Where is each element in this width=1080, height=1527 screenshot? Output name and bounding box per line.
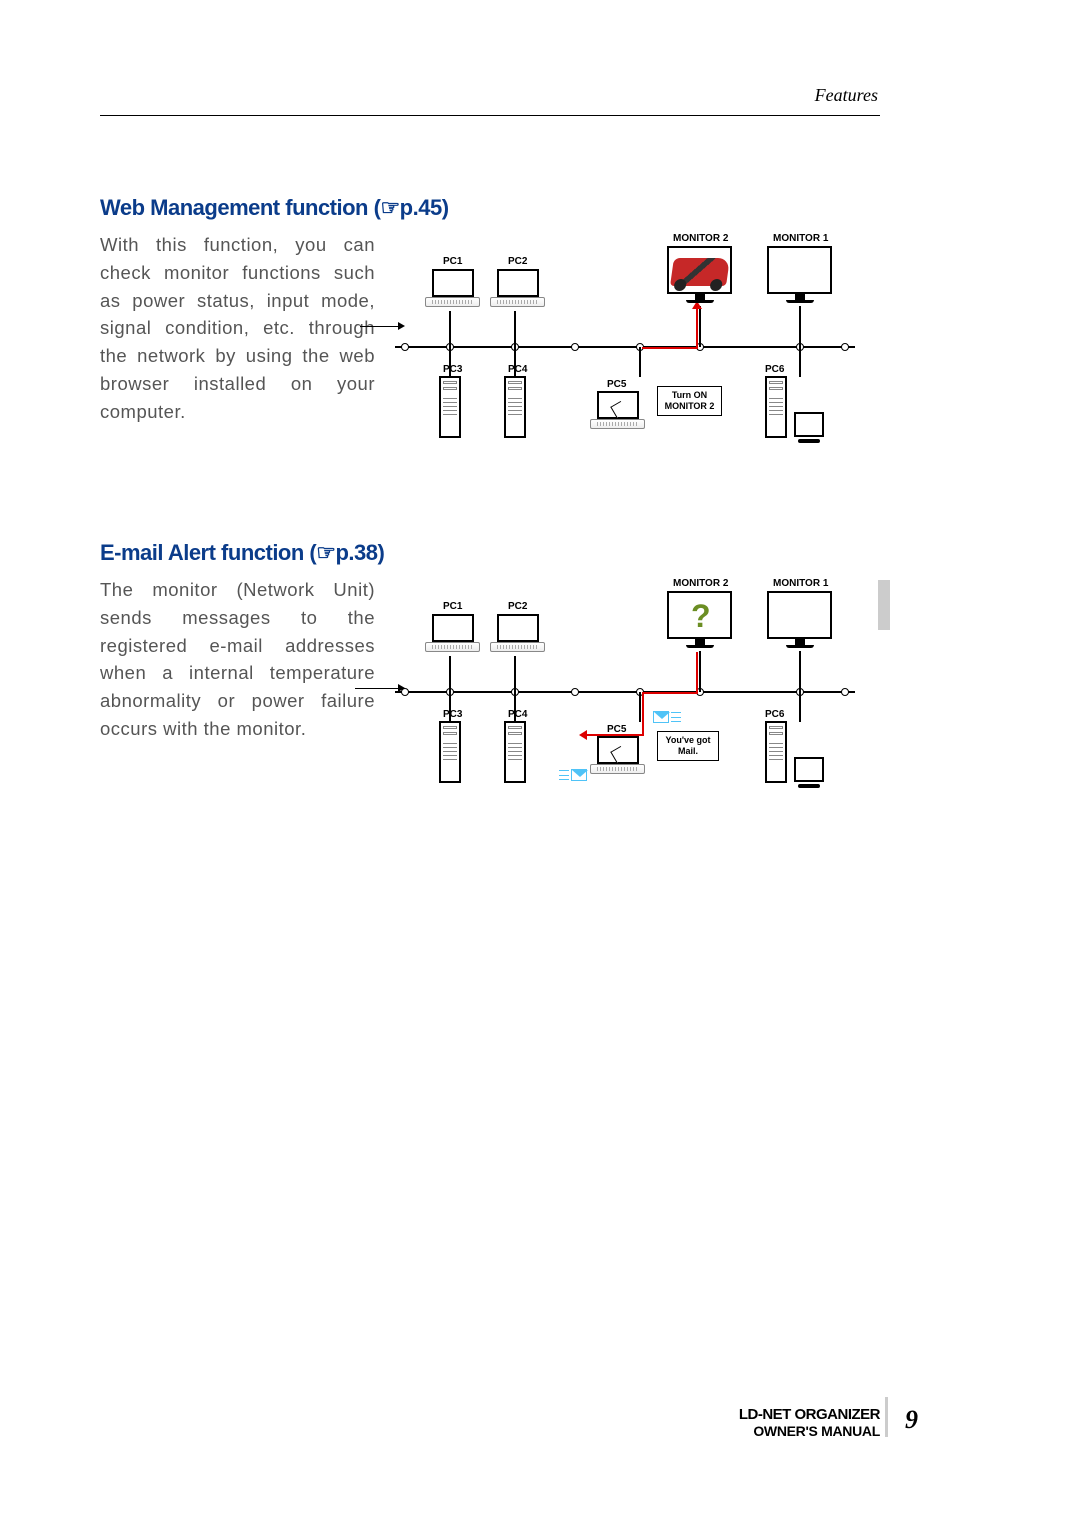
laptop-icon [590,736,645,778]
laptop-icon [490,269,545,311]
monitor-icon [767,246,832,308]
section-body: With this function, you can check monito… [100,231,870,461]
monitor-icon [667,246,732,308]
callout-box: You've got Mail. [657,731,719,761]
monitor-icon: ? [667,591,732,653]
label-monitor1: MONITOR 1 [773,578,828,589]
laptop-icon [425,614,480,656]
tower-icon [504,721,526,783]
label-pc5: PC5 [607,724,626,735]
label-pc5: PC5 [607,379,626,390]
footer-product-name: LD-NET ORGANIZER [739,1406,880,1423]
body-paragraph: The monitor (Network Unit) sends message… [100,576,375,743]
label-pc2: PC2 [508,256,527,267]
hand-pointer-icon: ☞ [316,540,335,565]
label-monitor1: MONITOR 1 [773,233,828,244]
tower-icon [504,376,526,438]
hand-pointer-icon: ☞ [380,195,399,220]
label-monitor2: MONITOR 2 [673,233,728,244]
label-pc6: PC6 [765,709,784,720]
label-pc1: PC1 [443,601,462,612]
title-text: E-mail Alert function ( [100,540,316,565]
desktop-set-icon [765,376,824,443]
section-body: The monitor (Network Unit) sends message… [100,576,870,806]
label-pc4: PC4 [508,709,527,720]
label-pc6: PC6 [765,364,784,375]
laptop-icon [425,269,480,311]
tower-icon [439,376,461,438]
mail-motion-lines [559,770,569,780]
label-pc4: PC4 [508,364,527,375]
question-mark-icon: ? [691,598,711,635]
section-title: Web Management function (☞p.45) [100,195,870,221]
page-number: 9 [905,1405,918,1435]
cursor-icon [610,746,627,764]
header-rule [100,115,880,116]
mail-icon [653,711,669,723]
title-text: Web Management function ( [100,195,380,220]
page-number-divider [885,1397,888,1437]
network-diagram: PC1 PC2 MONITOR 2 ? MONITOR 1 PC3 PC4 PC… [395,576,870,806]
label-pc3: PC3 [443,364,462,375]
label-pc2: PC2 [508,601,527,612]
label-monitor2: MONITOR 2 [673,578,728,589]
callout-box: Turn ON MONITOR 2 [657,386,722,416]
cursor-icon [610,401,627,419]
network-diagram: PC1 PC2 MONITOR 2 MONITOR 1 PC3 PC4 PC5 [395,231,870,461]
tower-icon [439,721,461,783]
label-pc1: PC1 [443,256,462,267]
label-pc3: PC3 [443,709,462,720]
section-title: E-mail Alert function (☞p.38) [100,540,870,566]
footer-manual-label: OWNER'S MANUAL [739,1423,880,1439]
mail-icon [571,769,587,781]
title-page-ref: p.45) [400,195,449,220]
header-section-name: Features [815,85,878,106]
section-web-management: Web Management function (☞p.45) With thi… [100,195,870,461]
body-paragraph: With this function, you can check monito… [100,231,375,425]
race-car-icon [670,258,730,286]
section-email-alert: E-mail Alert function (☞p.38) The monito… [100,540,870,806]
callout-text: You've got Mail. [666,735,711,756]
page-footer: LD-NET ORGANIZER OWNER'S MANUAL [739,1406,880,1439]
desktop-set-icon [765,721,824,788]
laptop-icon [590,391,645,433]
monitor-icon [767,591,832,653]
title-page-ref: p.38) [335,540,384,565]
callout-text: Turn ON MONITOR 2 [665,390,715,411]
mail-motion-lines [671,712,681,722]
laptop-icon [490,614,545,656]
side-tab-indicator [878,580,890,630]
